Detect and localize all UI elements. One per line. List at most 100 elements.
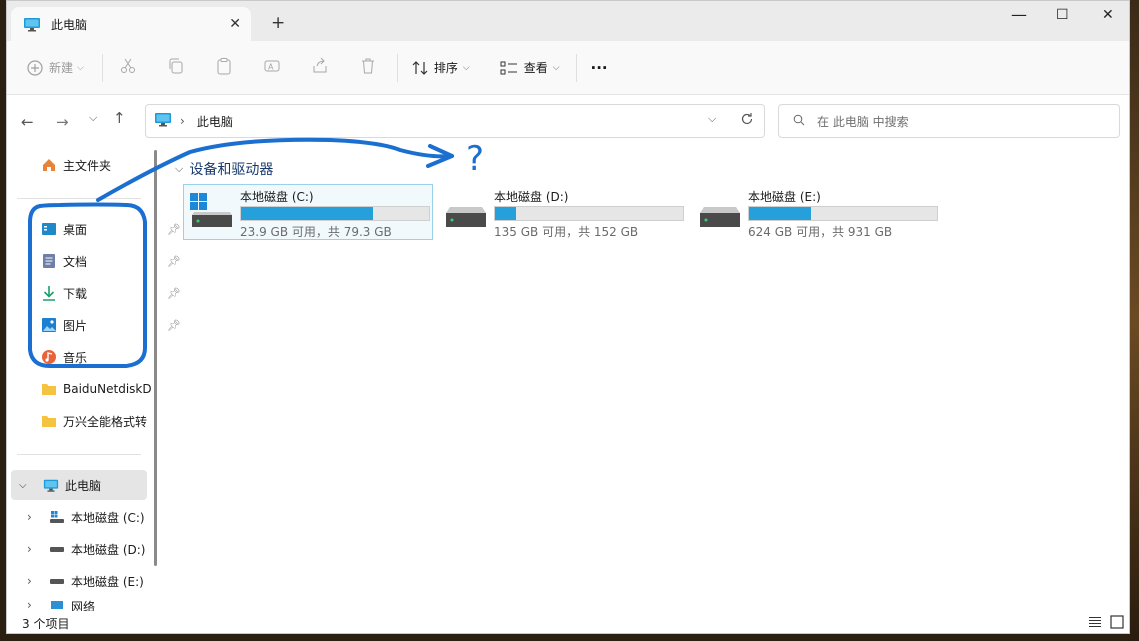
chevron-down-icon: ⌵ [552,62,560,73]
drive-icon [49,573,65,589]
sidebar-item-downloads[interactable]: 下载 📌︎ [41,278,181,308]
sidebar-divider [17,198,141,199]
search-icon [793,114,805,129]
sidebar-item-this-pc[interactable]: ⌵ 此电脑 [19,470,159,500]
home-icon [41,157,57,173]
sidebar-item-network[interactable]: › 网络 [27,598,167,611]
chevron-down-icon[interactable]: ⌵ [19,480,33,491]
up-arrow-icon[interactable]: ↑ [113,109,126,127]
drive-icon [49,541,65,557]
sidebar-item-label: 本地磁盘 (E:) [71,574,144,589]
divider [575,53,577,82]
close-tab-icon[interactable]: ✕ [229,16,241,32]
sidebar-item-music[interactable]: 音乐 [41,342,181,372]
sidebar-item-label: 下载 [63,286,88,301]
drive-tile-c[interactable]: 本地磁盘 (C:) 23.9 GB 可用，共 79.3 GB [183,184,433,240]
breadcrumb-separator: › [180,114,185,128]
drive-usage-bar [748,206,938,221]
file-explorer-window: 此电脑 ✕ + — ☐ ✕ 新建 ⌵ A 排序 ⌵ 查看 ⌵ ··· ← → ⌵… [6,0,1130,634]
folder-icon [41,381,57,397]
sidebar-item-home[interactable]: 主文件夹 [41,150,181,180]
view-button[interactable]: 查看 ⌵ [500,59,560,76]
copy-icon[interactable] [167,57,185,78]
drive-name: 本地磁盘 (D:) [494,190,569,204]
desktop-background [1130,0,1139,641]
sidebar-divider [17,454,141,455]
pin-icon[interactable]: 📌︎ [167,319,181,332]
tab-this-pc[interactable]: 此电脑 ✕ [11,7,251,41]
tiles-view-icon[interactable] [1110,615,1124,632]
computer-icon [23,17,41,32]
cut-icon[interactable] [119,57,137,78]
drive-name: 本地磁盘 (E:) [748,190,821,204]
sidebar-item-label: 音乐 [63,350,88,365]
search-placeholder: 在 此电脑 中搜索 [817,114,909,129]
svg-text:A: A [268,63,274,72]
forward-arrow-icon[interactable]: → [56,113,69,131]
drive-icon [698,193,742,229]
address-bar[interactable]: › 此电脑 ⌵ [145,104,765,138]
command-bar: 新建 ⌵ A 排序 ⌵ 查看 ⌵ ··· [7,41,1129,95]
tab-title: 此电脑 [51,17,88,32]
sidebar-item-label: 网络 [71,600,96,611]
address-history-chevron-icon[interactable]: ⌵ [708,112,716,126]
drive-space-info: 135 GB 可用，共 152 GB [494,225,639,239]
search-box[interactable]: 在 此电脑 中搜索 [778,104,1120,138]
status-bar: 3 个项目 [7,611,1129,633]
new-button[interactable]: 新建 ⌵ [27,59,84,76]
pin-icon[interactable]: 📌︎ [167,255,181,268]
view-label: 查看 [523,61,548,75]
sidebar-item-label: 文档 [63,254,88,269]
more-options-button[interactable]: ··· [591,59,608,77]
computer-icon [43,477,59,493]
sidebar-item-drive-e[interactable]: › 本地磁盘 (E:) [27,566,167,596]
delete-icon[interactable] [359,57,377,78]
sort-button[interactable]: 排序 ⌵ [412,59,470,76]
back-arrow-icon[interactable]: ← [21,113,34,131]
sidebar-item-desktop[interactable]: 桌面 📌︎ [41,214,181,244]
sidebar-item-documents[interactable]: 文档 📌︎ [41,246,181,276]
folder-icon [41,413,57,429]
rename-icon[interactable]: A [263,57,281,78]
recent-locations-chevron-icon[interactable]: ⌵ [89,111,97,125]
title-bar: 此电脑 ✕ + — ☐ ✕ [7,1,1129,41]
drive-name: 本地磁盘 (C:) [240,190,314,204]
drive-usage-bar [494,206,684,221]
chevron-right-icon[interactable]: › [27,574,41,588]
maximize-button[interactable]: ☐ [1056,7,1069,23]
close-window-button[interactable]: ✕ [1102,7,1114,23]
chevron-right-icon[interactable]: › [27,542,41,556]
drive-usage-bar [240,206,430,221]
sidebar-item-label: 本地磁盘 (D:) [71,542,146,557]
divider [396,53,398,82]
chevron-down-icon: ⌵ [462,62,470,73]
sidebar-item-baidunetdisk[interactable]: BaiduNetdiskD [41,374,181,404]
new-tab-button[interactable]: + [271,13,285,33]
breadcrumb-this-pc[interactable]: 此电脑 [197,113,233,130]
group-header-devices[interactable]: ⌵ 设备和驱动器 [175,159,273,179]
divider [101,53,103,82]
sidebar-item-label: 本地磁盘 (C:) [71,510,145,525]
pin-icon[interactable]: 📌︎ [167,287,181,300]
chevron-right-icon[interactable]: › [27,598,41,611]
windows-drive-icon [190,193,234,229]
details-view-icon[interactable] [1088,616,1102,631]
music-icon [41,349,57,365]
view-icon [500,60,518,76]
share-icon[interactable] [311,57,329,78]
drive-tile-d[interactable]: 本地磁盘 (D:) 135 GB 可用，共 152 GB [437,184,687,240]
chevron-right-icon[interactable]: › [27,510,41,524]
drive-tile-e[interactable]: 本地磁盘 (E:) 624 GB 可用，共 931 GB [691,184,941,240]
paste-icon[interactable] [215,57,233,78]
sidebar-item-label: 主文件夹 [63,158,112,173]
sidebar-item-pictures[interactable]: 图片 📌︎ [41,310,181,340]
minimize-button[interactable]: — [1011,5,1027,24]
sidebar-item-drive-c[interactable]: › 本地磁盘 (C:) [27,502,167,532]
sidebar-item-wondershare[interactable]: 万兴全能格式转 [41,406,181,436]
pin-icon[interactable]: 📌︎ [167,223,181,236]
drive-usage-fill [241,207,373,220]
pictures-icon [41,317,57,333]
refresh-icon[interactable] [740,112,754,129]
chevron-down-icon[interactable]: ⌵ [175,162,183,176]
sidebar-item-drive-d[interactable]: › 本地磁盘 (D:) [27,534,167,564]
